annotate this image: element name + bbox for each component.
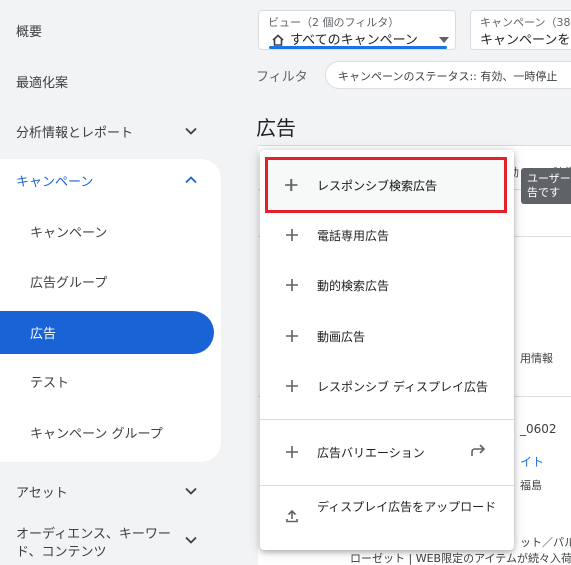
plus-icon bbox=[284, 444, 300, 460]
menu-item-label: 電話専用広告 bbox=[317, 229, 390, 243]
menu-divider bbox=[260, 485, 514, 486]
filter-chip-text: キャンペーンのステータス:: 有効、一時停止 bbox=[338, 70, 558, 83]
menu-item-ad-variations[interactable]: 広告バリエーション bbox=[260, 427, 514, 477]
view-caption: ビュー（2 個のフィルタ） bbox=[268, 16, 400, 29]
nav-campaigns[interactable]: キャンペーン bbox=[16, 171, 93, 190]
sidebar: 概要 最適化案 分析情報とレポート キャンペーン キャンペーン 広告グループ テ… bbox=[0, 0, 228, 565]
menu-item-call-only-ad[interactable]: 電話専用広告 bbox=[260, 210, 514, 260]
row-snippet: _0602 bbox=[520, 422, 557, 436]
menu-item-video-ad[interactable]: 動画広告 bbox=[260, 311, 514, 361]
tooltip: ユーザー 告です bbox=[521, 168, 571, 204]
menu-item-label: 動的検索広告 bbox=[317, 279, 390, 293]
nav-audiences-line2[interactable]: ド、コンテンツ bbox=[16, 541, 106, 560]
menu-item-label-highlighted[interactable]: レスポンシブ検索広告 bbox=[317, 177, 437, 194]
tooltip-line: ユーザー bbox=[527, 172, 571, 185]
menu-item-upload-display-ads[interactable]: ディスプレイ広告をアップロード bbox=[317, 499, 497, 516]
chevron-down-icon[interactable] bbox=[183, 532, 199, 548]
page-title: 広告 bbox=[256, 116, 296, 140]
chevron-up-icon[interactable] bbox=[183, 172, 199, 188]
sidebar-item-ads-label: 広告 bbox=[30, 327, 57, 342]
upload-icon bbox=[284, 508, 300, 528]
plus-icon bbox=[283, 177, 299, 197]
menu-divider bbox=[260, 419, 514, 420]
row-snippet: ット／パルク bbox=[520, 536, 571, 549]
sidebar-item-campaigns[interactable]: キャンペーン bbox=[30, 222, 107, 241]
view-underline bbox=[269, 46, 447, 49]
plus-icon bbox=[284, 328, 300, 344]
menu-item-label: 動画広告 bbox=[317, 330, 366, 344]
menu-item-responsive-display-ad[interactable]: レスポンシブ ディスプレイ広告 bbox=[260, 361, 514, 411]
view-selector[interactable]: ビュー（2 個のフィルタ） すべてのキャンペーン bbox=[258, 10, 456, 50]
sidebar-item-ads-active[interactable]: 広告 bbox=[0, 311, 214, 354]
sidebar-item-campaign-groups[interactable]: キャンペーン グループ bbox=[30, 423, 163, 442]
nav-overview[interactable]: 概要 bbox=[16, 21, 42, 40]
sidebar-item-experiments[interactable]: テスト bbox=[30, 372, 69, 391]
sidebar-item-ad-groups[interactable]: 広告グループ bbox=[30, 272, 107, 291]
filter-label: フィルタ bbox=[256, 70, 308, 85]
dropdown-arrow-icon[interactable] bbox=[439, 28, 449, 47]
menu-item-dynamic-search-ad[interactable]: 動的検索広告 bbox=[260, 260, 514, 310]
row-link[interactable]: イト bbox=[520, 453, 544, 470]
menu-item-label: 広告バリエーション bbox=[317, 446, 425, 460]
chevron-down-icon[interactable] bbox=[183, 483, 199, 499]
filter-chip[interactable]: キャンペーンのステータス:: 有効、一時停止 bbox=[325, 61, 571, 89]
plus-icon bbox=[284, 227, 300, 243]
plus-icon bbox=[284, 277, 300, 293]
menu-item-label: レスポンシブ ディスプレイ広告 bbox=[317, 380, 488, 394]
row-snippet: ローゼット | WEB限定のアイテムが続々入荷... bbox=[350, 552, 571, 565]
row-snippet: 用情報 bbox=[520, 352, 553, 365]
chevron-down-icon[interactable] bbox=[183, 123, 199, 139]
nav-recommendations[interactable]: 最適化案 bbox=[16, 72, 68, 91]
redirect-arrow-icon bbox=[470, 443, 488, 463]
plus-icon bbox=[284, 378, 300, 394]
nav-audiences[interactable]: オーディエンス、キーワー bbox=[16, 523, 171, 542]
campaign-selector[interactable]: キャンペーン（384 キャンペーンを選 bbox=[470, 10, 571, 50]
nav-assets[interactable]: アセット bbox=[16, 482, 68, 501]
campaign-caption: キャンペーン（384 bbox=[480, 16, 571, 29]
campaign-value: キャンペーンを選 bbox=[480, 33, 571, 48]
row-snippet: 福島 bbox=[520, 479, 542, 492]
nav-insights-reports[interactable]: 分析情報とレポート bbox=[16, 122, 133, 141]
tooltip-line: 告です bbox=[527, 186, 560, 199]
